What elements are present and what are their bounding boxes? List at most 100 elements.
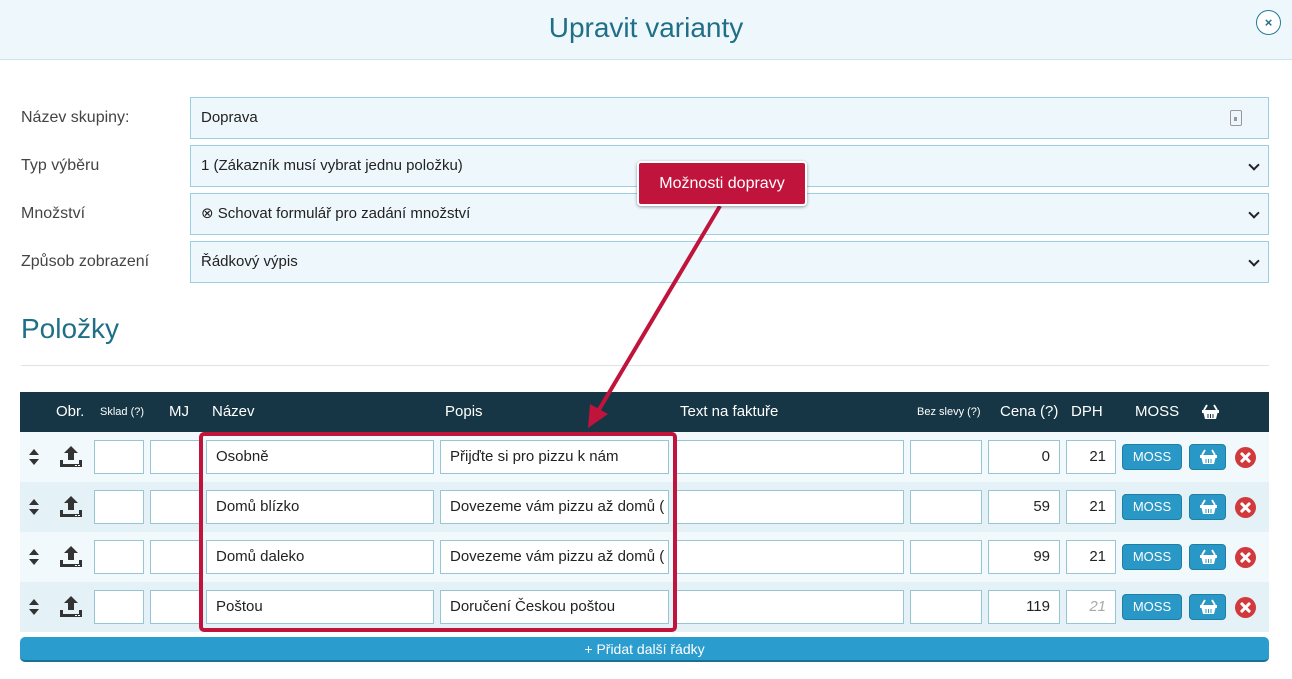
- no-discount-input[interactable]: [910, 590, 982, 624]
- page: Upravit varianty × Název skupiny: Doprav…: [0, 0, 1292, 679]
- vat-value: 21: [1089, 498, 1106, 515]
- upload-icon[interactable]: [58, 494, 84, 520]
- group-name-value: Doprava: [201, 109, 258, 126]
- selection-type-value: 1 (Zákazník musí vybrat jednu položku): [201, 157, 463, 174]
- name-value: Osobně: [216, 448, 269, 465]
- contact-card-icon: [1230, 110, 1242, 126]
- unit-input[interactable]: [150, 490, 200, 524]
- basket-icon: [1201, 404, 1220, 420]
- header-stock[interactable]: Sklad (?): [100, 392, 144, 432]
- header-vat: DPH: [1071, 403, 1103, 420]
- description-input[interactable]: Dovezeme vám pizzu až domů (: [440, 540, 669, 574]
- no-discount-input[interactable]: [910, 490, 982, 524]
- close-button[interactable]: ×: [1256, 10, 1281, 35]
- name-input[interactable]: Domů daleko: [206, 540, 434, 574]
- sort-handle-icon[interactable]: [29, 449, 39, 465]
- moss-label: MOSS: [1132, 499, 1172, 514]
- stock-input[interactable]: [94, 590, 144, 624]
- chevron-down-icon: [1248, 159, 1260, 171]
- upload-icon[interactable]: [58, 544, 84, 570]
- display-mode-select[interactable]: Řádkový výpis: [190, 241, 1269, 283]
- no-discount-input[interactable]: [910, 440, 982, 474]
- name-value: Domů daleko: [216, 548, 305, 565]
- invoice-text-input[interactable]: [675, 490, 904, 524]
- invoice-text-input[interactable]: [675, 590, 904, 624]
- chevron-down-icon: [1248, 207, 1260, 219]
- basket-button[interactable]: [1189, 444, 1226, 470]
- vat-input[interactable]: 21: [1066, 440, 1116, 474]
- name-value: Poštou: [216, 598, 263, 615]
- upload-icon[interactable]: [58, 444, 84, 470]
- stock-input[interactable]: [94, 490, 144, 524]
- price-value: 59: [1033, 498, 1050, 515]
- table-header: Obr. Sklad (?) MJ Název Popis Text na fa…: [20, 392, 1269, 432]
- delete-row-icon[interactable]: [1235, 497, 1256, 518]
- header-image: Obr.: [56, 403, 85, 420]
- section-divider: [21, 365, 1269, 366]
- stock-input[interactable]: [94, 440, 144, 474]
- unit-input[interactable]: [150, 540, 200, 574]
- moss-button[interactable]: MOSS: [1122, 444, 1182, 470]
- delete-row-icon[interactable]: [1235, 547, 1256, 568]
- header-no-discount[interactable]: Bez slevy (?): [917, 392, 981, 432]
- moss-button[interactable]: MOSS: [1122, 494, 1182, 520]
- stock-input[interactable]: [94, 540, 144, 574]
- vat-value: 21: [1089, 598, 1106, 615]
- quantity-value: ⊗ Schovat formulář pro zadání množství: [201, 205, 471, 222]
- header-description: Popis: [445, 403, 483, 420]
- header-price[interactable]: Cena (?): [1000, 392, 1058, 432]
- moss-button[interactable]: MOSS: [1122, 544, 1182, 570]
- vat-value: 21: [1089, 448, 1106, 465]
- description-value: Dovezeme vám pizzu až domů (: [450, 498, 665, 515]
- moss-label: MOSS: [1132, 449, 1172, 464]
- vat-input[interactable]: 21: [1066, 490, 1116, 524]
- price-input[interactable]: 0: [988, 440, 1060, 474]
- form-row-group-name: Název skupiny: Doprava: [21, 97, 1269, 139]
- group-name-input[interactable]: Doprava: [190, 97, 1269, 139]
- modal-header: Upravit varianty ×: [0, 0, 1292, 60]
- moss-label: MOSS: [1132, 599, 1172, 614]
- moss-button[interactable]: MOSS: [1122, 594, 1182, 620]
- sort-handle-icon[interactable]: [29, 599, 39, 615]
- invoice-text-input[interactable]: [675, 440, 904, 474]
- delete-row-icon[interactable]: [1235, 597, 1256, 618]
- table-row: Osobně Přijďte si pro pizzu k nám 0 21 M…: [20, 432, 1269, 482]
- basket-icon: [1200, 499, 1217, 514]
- no-discount-input[interactable]: [910, 540, 982, 574]
- basket-button[interactable]: [1189, 544, 1226, 570]
- name-input[interactable]: Poštou: [206, 590, 434, 624]
- description-value: Dovezeme vám pizzu až domů (: [450, 548, 665, 565]
- sort-handle-icon[interactable]: [29, 499, 39, 515]
- table-body: Osobně Přijďte si pro pizzu k nám 0 21 M…: [20, 432, 1269, 632]
- basket-button[interactable]: [1189, 494, 1226, 520]
- vat-input[interactable]: 21: [1066, 590, 1116, 624]
- unit-input[interactable]: [150, 590, 200, 624]
- group-name-label: Název skupiny:: [21, 109, 130, 126]
- selection-type-label: Typ výběru: [21, 157, 100, 174]
- sort-handle-icon[interactable]: [29, 549, 39, 565]
- moss-label: MOSS: [1132, 549, 1172, 564]
- description-input[interactable]: Přijďte si pro pizzu k nám: [440, 440, 669, 474]
- basket-button[interactable]: [1189, 594, 1226, 620]
- table-row: Poštou Doručení Českou poštou 119 21 MOS…: [20, 582, 1269, 632]
- header-unit: MJ: [169, 403, 189, 420]
- description-value: Doručení Českou poštou: [450, 598, 616, 615]
- description-input[interactable]: Dovezeme vám pizzu až domů (: [440, 490, 669, 524]
- table-row: Domů daleko Dovezeme vám pizzu až domů (…: [20, 532, 1269, 582]
- price-value: 99: [1033, 548, 1050, 565]
- invoice-text-input[interactable]: [675, 540, 904, 574]
- unit-input[interactable]: [150, 440, 200, 474]
- price-input[interactable]: 99: [988, 540, 1060, 574]
- price-input[interactable]: 59: [988, 490, 1060, 524]
- header-invoice-text: Text na faktuře: [680, 403, 779, 420]
- description-input[interactable]: Doručení Českou poštou: [440, 590, 669, 624]
- upload-icon[interactable]: [58, 594, 84, 620]
- annotation-callout: Možnosti dopravy: [637, 161, 807, 206]
- add-rows-button[interactable]: + Přidat další řádky: [20, 637, 1269, 662]
- delete-row-icon[interactable]: [1235, 447, 1256, 468]
- vat-input[interactable]: 21: [1066, 540, 1116, 574]
- price-input[interactable]: 119: [988, 590, 1060, 624]
- name-input[interactable]: Osobně: [206, 440, 434, 474]
- modal-title: Upravit varianty: [548, 12, 744, 43]
- name-input[interactable]: Domů blízko: [206, 490, 434, 524]
